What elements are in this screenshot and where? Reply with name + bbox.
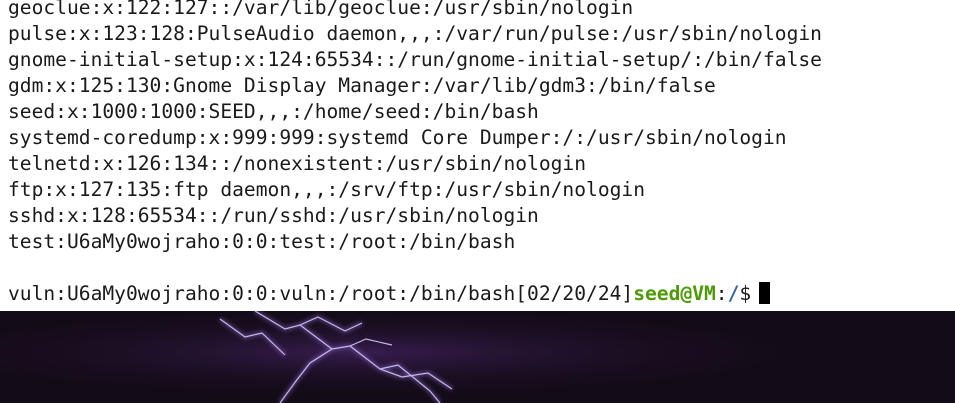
terminal-window[interactable]: geoclue:x:122:127::/var/lib/geoclue:/usr… — [0, 0, 955, 311]
terminal-line: gnome-initial-setup:x:124:65534::/run/gn… — [8, 48, 822, 71]
terminal-output: geoclue:x:122:127::/var/lib/geoclue:/usr… — [8, 0, 822, 307]
terminal-line: test:U6aMy0wojraho:0:0:test:/root:/bin/b… — [8, 230, 516, 253]
prompt-separator: : — [715, 282, 728, 305]
terminal-cursor — [759, 282, 771, 304]
lightning-wallpaper-graphic — [0, 311, 955, 403]
terminal-line: gdm:x:125:130:Gnome Display Manager:/var… — [8, 74, 716, 97]
terminal-line: geoclue:x:122:127::/var/lib/geoclue:/usr… — [8, 0, 634, 19]
terminal-line: sshd:x:128:65534::/run/sshd:/usr/sbin/no… — [8, 204, 539, 227]
terminal-line-output: vuln:U6aMy0wojraho:0:0:vuln:/root:/bin/b… — [8, 282, 634, 305]
prompt-symbol: $ — [739, 282, 752, 305]
terminal-line: systemd-coredump:x:999:999:systemd Core … — [8, 126, 787, 149]
terminal-line: ftp:x:127:135:ftp daemon,,,:/srv/ftp:/us… — [8, 178, 646, 201]
terminal-prompt-line[interactable]: vuln:U6aMy0wojraho:0:0:vuln:/root:/bin/b… — [8, 281, 822, 307]
terminal-line: seed:x:1000:1000:SEED,,,:/home/seed:/bin… — [8, 100, 539, 123]
prompt-user-host: seed@VM — [633, 282, 716, 305]
terminal-line: pulse:x:123:128:PulseAudio daemon,,,:/va… — [8, 22, 822, 45]
desktop-wallpaper — [0, 311, 955, 403]
terminal-line: telnetd:x:126:134::/nonexistent:/usr/sbi… — [8, 152, 587, 175]
prompt-path: / — [727, 282, 740, 305]
wallpaper-glow — [0, 311, 955, 403]
